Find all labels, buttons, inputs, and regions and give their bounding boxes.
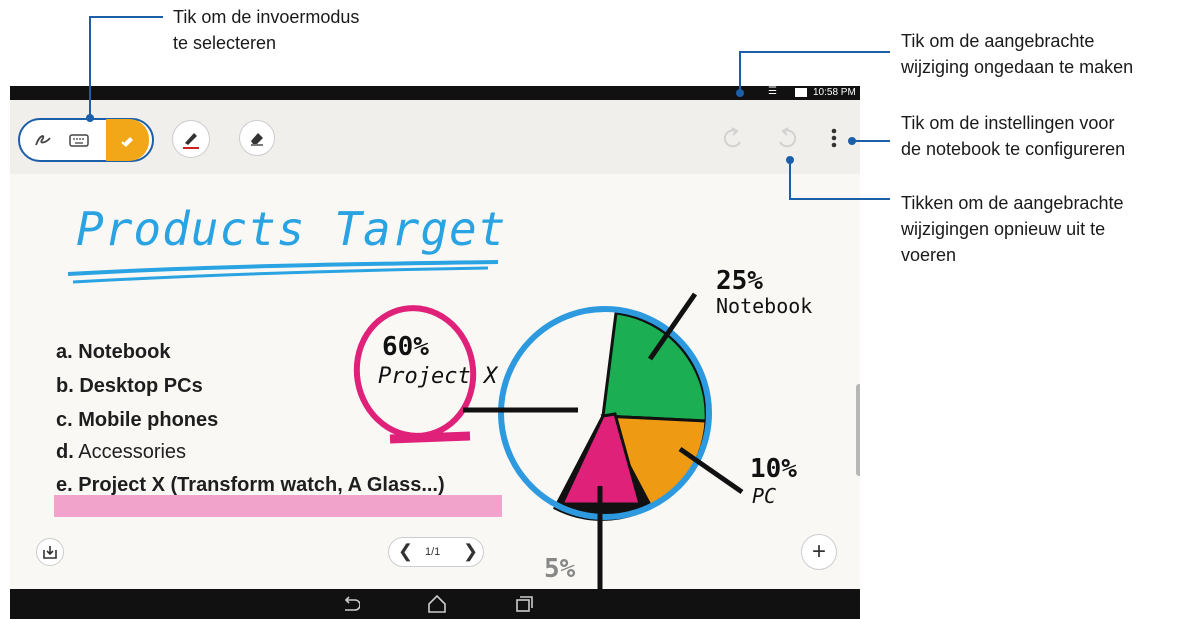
- next-page-button[interactable]: ❯: [463, 541, 478, 562]
- brush-icon: [183, 133, 199, 149]
- import-icon: [43, 546, 57, 559]
- redo-button[interactable]: [774, 126, 798, 150]
- list-item: c. Mobile phones: [56, 409, 219, 431]
- list-item: d. Accessories: [56, 441, 187, 463]
- chevron-left-icon: ❮: [398, 541, 414, 561]
- status-bar: ☰ 10:58 PM: [10, 86, 860, 100]
- eraser-button[interactable]: [239, 120, 275, 156]
- home-icon: [428, 594, 446, 613]
- add-page-button[interactable]: +: [801, 534, 837, 570]
- add-icon: +: [811, 538, 826, 565]
- list-item: b. Desktop PCs: [56, 375, 203, 397]
- label-pc-name: PC: [752, 484, 777, 508]
- battery-icon: [795, 88, 807, 97]
- recents-icon: [516, 596, 533, 612]
- input-mode-selector[interactable]: [18, 118, 154, 162]
- tablet-screen: ☰ 10:58 PM Products Target a. Notebook b…: [10, 86, 860, 619]
- undo-button[interactable]: [722, 126, 746, 150]
- recents-button[interactable]: [514, 594, 534, 614]
- status-time: 10:58 PM: [813, 87, 856, 98]
- keyboard-icon: [69, 134, 89, 147]
- page-indicator: 1/1: [425, 546, 441, 558]
- back-icon: [344, 596, 361, 611]
- label-notebook-name: Notebook: [716, 294, 813, 318]
- pen-mode-icon: [35, 135, 51, 146]
- home-button[interactable]: [426, 593, 448, 615]
- navigation-bar: [10, 589, 860, 619]
- pen-mode-button[interactable]: [32, 130, 54, 150]
- highlighter-mode-button[interactable]: [106, 119, 149, 161]
- callout-undo: Tik om de aangebrachte wijziging ongedaa…: [901, 31, 1134, 77]
- more-options-button[interactable]: [828, 126, 840, 152]
- keyboard-mode-button[interactable]: [68, 132, 90, 148]
- toolbar: [10, 100, 860, 174]
- label-project-pct: 60%: [382, 332, 429, 362]
- eraser-icon: [251, 133, 263, 146]
- import-button[interactable]: [36, 538, 64, 566]
- chevron-right-icon: ❯: [463, 541, 479, 561]
- wifi-icon: ☰: [768, 86, 777, 97]
- undo-icon: [723, 127, 741, 148]
- callout-input-mode: Tik om de invoermodus te selecteren: [173, 7, 360, 53]
- prev-page-button[interactable]: ❮: [398, 541, 413, 562]
- redo-icon: [779, 127, 797, 148]
- callout-settings: Tik om de instellingen voor de notebook …: [901, 113, 1126, 159]
- label-pc-pct: 10%: [750, 454, 797, 484]
- note-canvas[interactable]: Products Target a. Notebook b. Desktop P…: [10, 174, 860, 589]
- callout-redo: Tikken om de aangebrachte wijzigingen op…: [901, 193, 1124, 265]
- more-vert-icon: [831, 128, 837, 148]
- back-button[interactable]: [340, 594, 361, 614]
- label-small-pct: 5%: [544, 554, 576, 584]
- scrollbar[interactable]: [856, 384, 860, 476]
- page-pager: ❮ 1/1 ❯: [388, 537, 484, 567]
- list-item: a. Notebook: [56, 341, 171, 363]
- brush-button[interactable]: [172, 120, 210, 158]
- label-notebook-pct: 25%: [716, 266, 763, 296]
- highlighter-mode-icon: [120, 137, 133, 147]
- label-project-name: Project X: [378, 364, 498, 389]
